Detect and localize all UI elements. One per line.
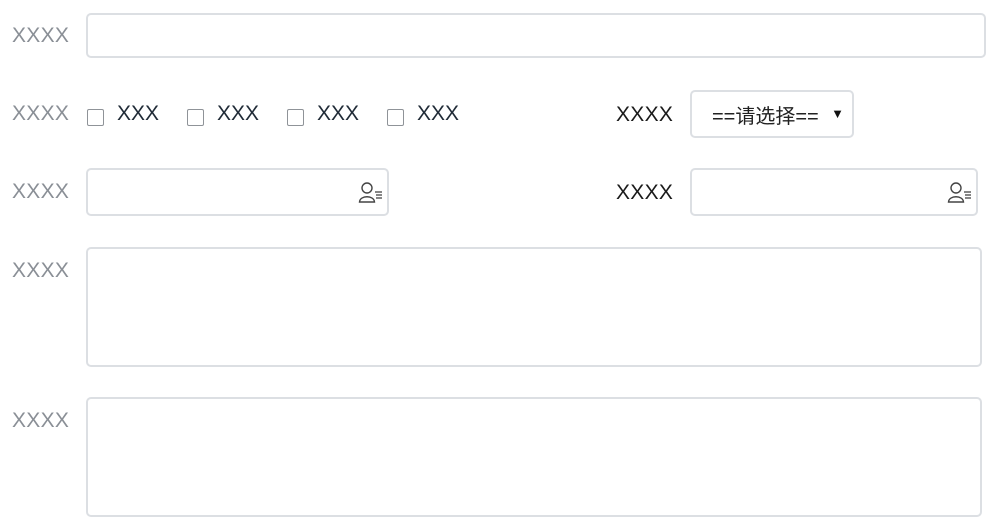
row5-label: XXXX (12, 409, 70, 432)
checkbox-option-3[interactable]: XXX (287, 102, 359, 126)
form: XXXX XXXX XXX XXX XXX XXX XXXX ==请选择== ▼… (0, 0, 1005, 532)
select-dropdown[interactable]: ==请选择== ▼ (690, 90, 854, 138)
row3-right-input[interactable] (690, 168, 978, 216)
checkbox-option-4[interactable]: XXX (387, 102, 459, 126)
row3-left-input[interactable] (86, 168, 389, 216)
caret-down-icon: ▼ (831, 106, 844, 121)
checkbox-3[interactable] (287, 108, 304, 126)
select-label: XXXX (616, 103, 674, 126)
checkbox-1[interactable] (87, 108, 104, 126)
checkbox-4[interactable] (387, 108, 404, 126)
row3-left-label: XXXX (12, 180, 70, 203)
row3-right-label: XXXX (616, 181, 674, 204)
row2-label: XXXX (12, 102, 70, 125)
row1-input[interactable] (86, 13, 986, 58)
checkbox-2[interactable] (187, 108, 204, 126)
checkbox-4-label: XXX (417, 102, 460, 125)
row5-textarea[interactable] (86, 397, 982, 517)
row1-label: XXXX (12, 24, 70, 47)
checkbox-1-label: XXX (117, 102, 160, 125)
checkbox-option-2[interactable]: XXX (187, 102, 259, 126)
user-picker-icon[interactable] (947, 181, 973, 205)
checkbox-option-1[interactable]: XXX (87, 102, 159, 126)
user-picker-icon[interactable] (358, 181, 384, 205)
checkbox-2-label: XXX (217, 102, 260, 125)
row4-textarea[interactable] (86, 247, 982, 367)
row4-label: XXXX (12, 259, 70, 282)
select-value: ==请选择== (712, 105, 819, 128)
checkbox-3-label: XXX (317, 102, 360, 125)
